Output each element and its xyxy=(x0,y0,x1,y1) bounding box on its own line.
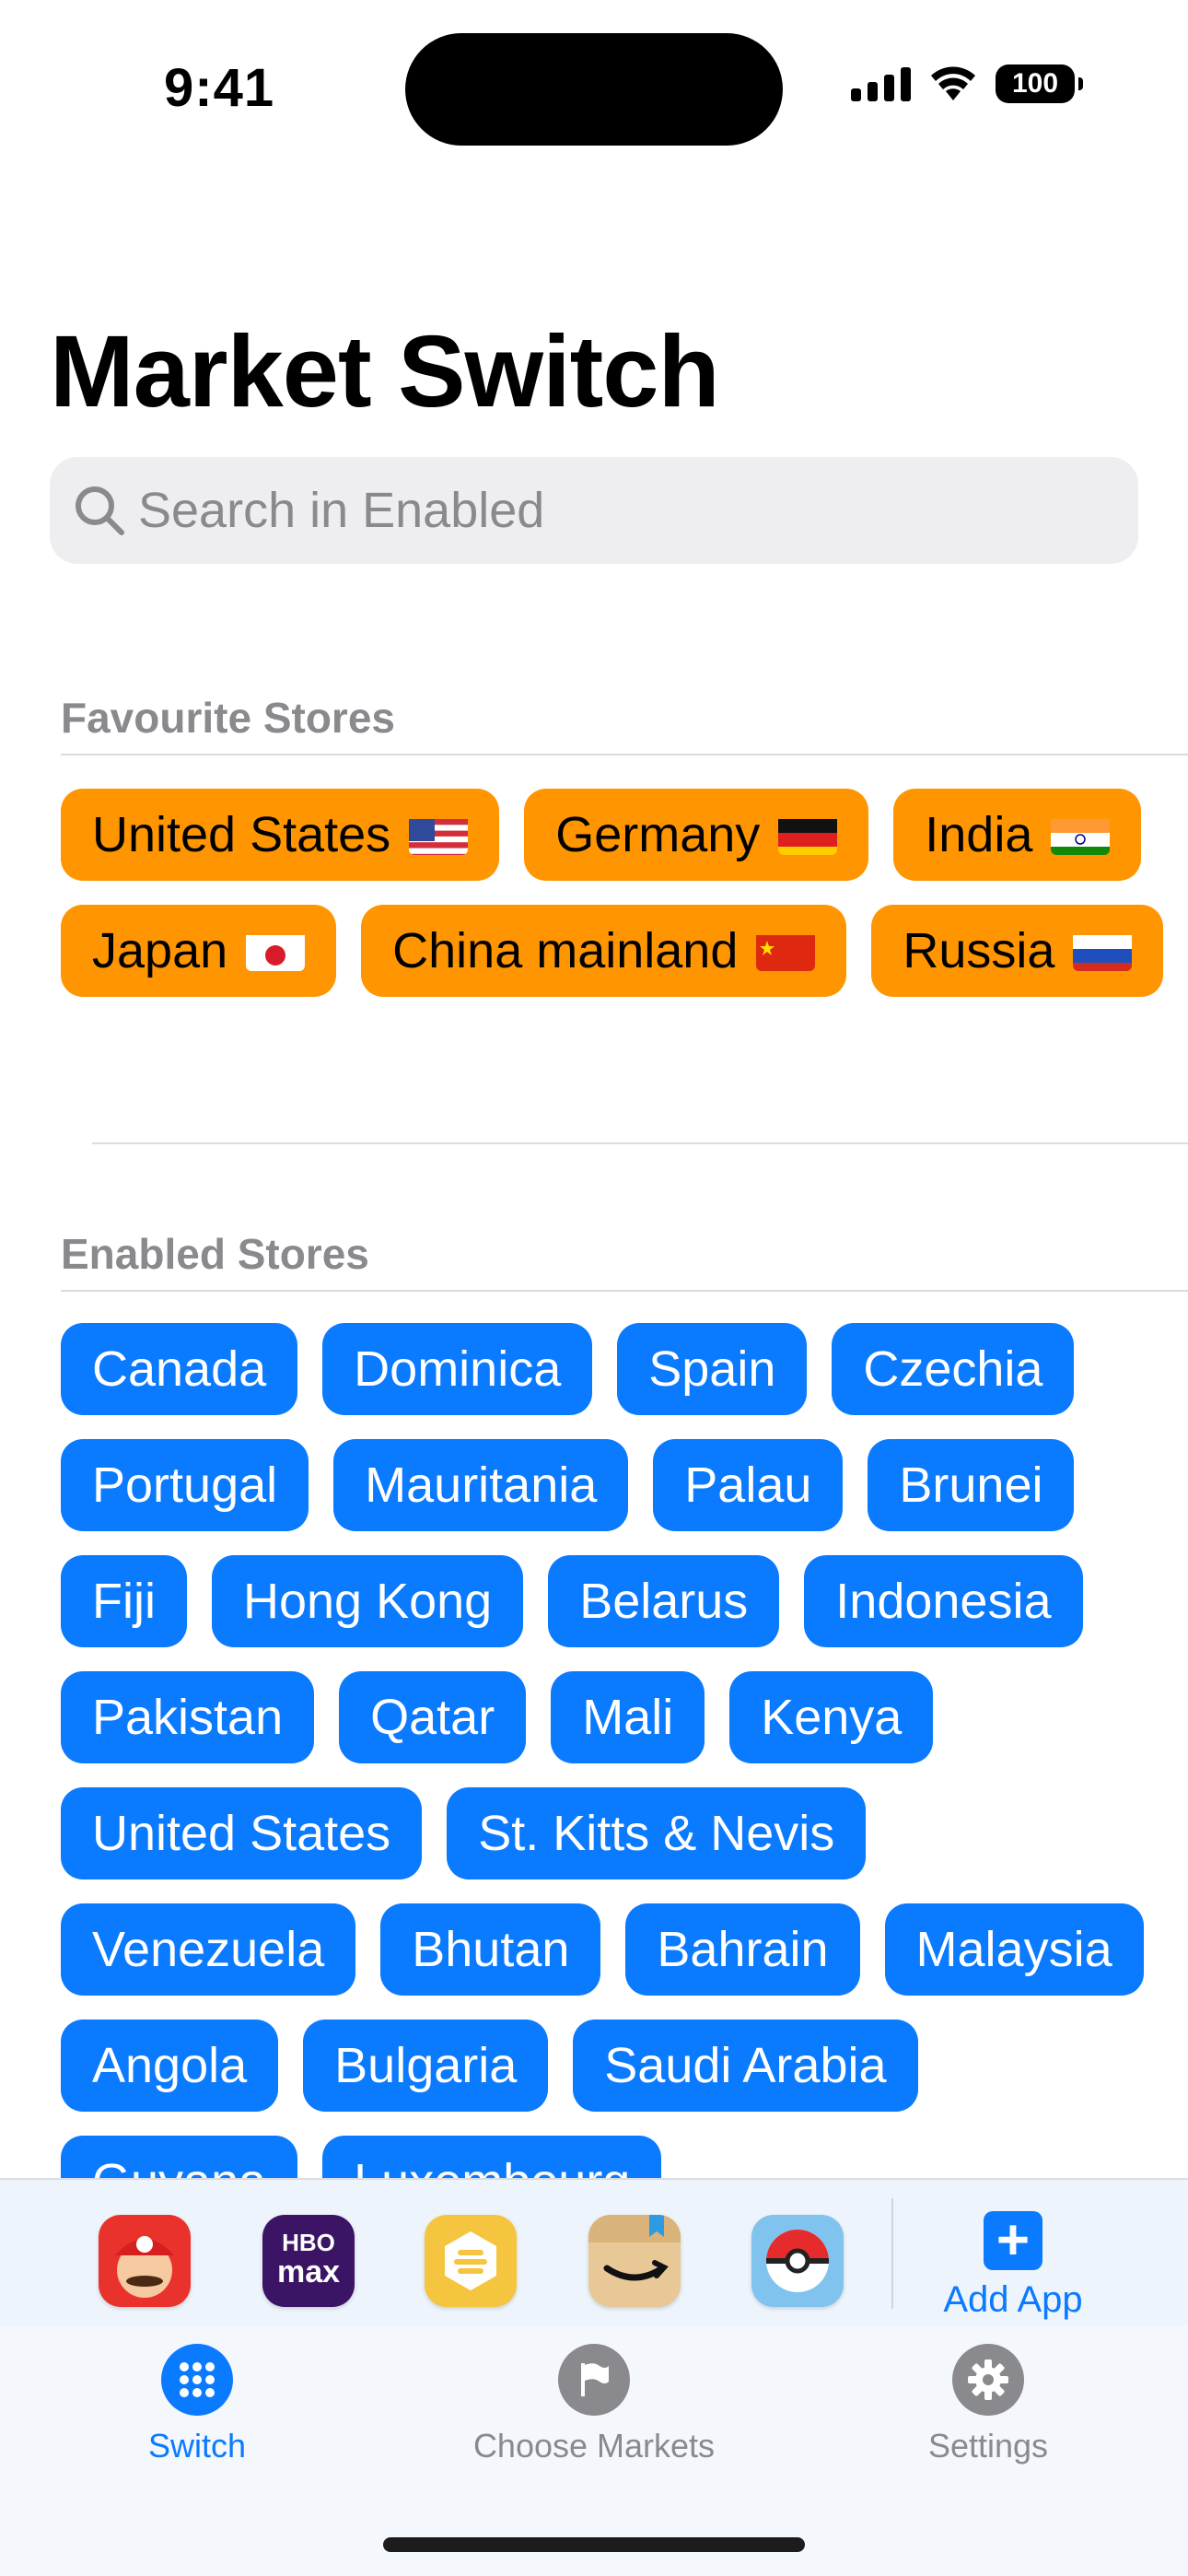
enabled-store-chip[interactable]: Hong Kong xyxy=(211,1555,524,1647)
app-bar-separator xyxy=(891,2198,893,2309)
tab-switch-label: Switch xyxy=(147,2427,247,2465)
search-input[interactable]: Search in Enabled xyxy=(50,457,1138,564)
flag-de-icon xyxy=(778,814,838,855)
enabled-store-chip[interactable]: Portugal xyxy=(61,1439,309,1531)
favourite-store-label: Russia xyxy=(903,923,1055,978)
battery-level: 100 xyxy=(1011,68,1059,99)
tab-settings[interactable]: Settings xyxy=(896,2344,1080,2465)
plus-icon: + xyxy=(984,2211,1042,2270)
flag-cn-icon xyxy=(756,931,816,971)
tab-choose-markets[interactable]: Choose Markets xyxy=(456,2344,732,2465)
search-placeholder: Search in Enabled xyxy=(138,483,545,538)
gear-icon xyxy=(952,2344,1024,2416)
favourite-store-chip[interactable]: China mainland xyxy=(361,905,847,997)
pokemon-go-icon[interactable] xyxy=(751,2215,844,2307)
hbo-max-logo-top: HBO xyxy=(282,2229,335,2256)
flag-ru-icon xyxy=(1073,931,1133,971)
enabled-store-chip[interactable]: Kenya xyxy=(729,1671,934,1763)
favourite-store-label: China mainland xyxy=(392,923,739,978)
favourite-store-chip[interactable]: United States xyxy=(61,789,500,881)
enabled-store-chip[interactable]: Fiji xyxy=(61,1555,187,1647)
favourites-divider xyxy=(61,754,1188,755)
enabled-store-chip[interactable]: Malaysia xyxy=(884,1903,1144,1996)
enabled-store-chip[interactable]: St. Kitts & Nevis xyxy=(447,1787,867,1879)
app-bar: HBO max + Add App xyxy=(0,2178,1188,2325)
enabled-store-chip[interactable]: Dominica xyxy=(322,1323,593,1415)
enabled-store-chip[interactable]: Angola xyxy=(61,2020,279,2112)
favourite-store-chip[interactable]: Japan xyxy=(61,905,337,997)
favourite-store-chip[interactable]: Germany xyxy=(524,789,869,881)
tab-choose-markets-label: Choose Markets xyxy=(472,2427,716,2465)
cellular-signal-icon xyxy=(851,66,911,101)
enabled-store-chip[interactable]: Czechia xyxy=(832,1323,1075,1415)
search-icon xyxy=(76,486,124,535)
grid-icon xyxy=(161,2344,233,2416)
enabled-store-chip[interactable]: Mali xyxy=(551,1671,705,1763)
bumble-icon[interactable] xyxy=(425,2215,517,2307)
super-mario-run-icon[interactable] xyxy=(99,2215,191,2307)
favourite-store-label: Japan xyxy=(92,923,228,978)
status-icons: 100 xyxy=(851,64,1083,103)
enabled-store-chip[interactable]: Canada xyxy=(61,1323,298,1415)
enabled-store-chip[interactable]: Indonesia xyxy=(804,1555,1083,1647)
favourite-store-chip[interactable]: Russia xyxy=(871,905,1164,997)
enabled-store-chip[interactable]: United States xyxy=(61,1787,423,1879)
enabled-store-chip[interactable]: Spain xyxy=(617,1323,808,1415)
tab-settings-label: Settings xyxy=(927,2427,1049,2465)
enabled-store-chip[interactable]: Bhutan xyxy=(380,1903,601,1996)
enabled-store-chip[interactable]: Qatar xyxy=(339,1671,527,1763)
favourite-stores: United States Germany India Japan China main… xyxy=(61,789,1166,997)
favourite-store-label: India xyxy=(925,807,1033,862)
battery-icon: 100 xyxy=(996,64,1083,103)
enabled-store-chip[interactable]: Belarus xyxy=(548,1555,780,1647)
home-indicator xyxy=(383,2537,805,2552)
flag-icon xyxy=(558,2344,630,2416)
status-time: 9:41 xyxy=(164,58,275,118)
enabled-store-chip[interactable]: Palau xyxy=(653,1439,844,1531)
amazon-icon[interactable] xyxy=(588,2215,681,2307)
tab-switch[interactable]: Switch xyxy=(105,2344,289,2465)
favourites-header: Favourite Stores xyxy=(61,694,395,742)
enabled-store-chip[interactable]: Venezuela xyxy=(61,1903,356,1996)
section-divider xyxy=(92,1142,1188,1144)
favourite-store-chip[interactable]: India xyxy=(893,789,1142,881)
add-app-label: Add App xyxy=(943,2279,1083,2320)
enabled-store-chip[interactable]: Bahrain xyxy=(625,1903,860,1996)
enabled-store-chip[interactable]: Mauritania xyxy=(333,1439,629,1531)
favourite-store-label: Germany xyxy=(555,807,761,862)
flag-us-icon xyxy=(409,814,469,855)
hbo-max-logo-bottom: max xyxy=(276,2254,341,2289)
wifi-icon xyxy=(931,66,975,100)
page-title: Market Switch xyxy=(50,315,720,428)
add-app-button[interactable]: + Add App xyxy=(921,2211,1105,2321)
enabled-store-chip[interactable]: Saudi Arabia xyxy=(573,2020,918,2112)
enabled-divider xyxy=(61,1290,1188,1292)
hbo-max-icon[interactable]: HBO max xyxy=(262,2215,355,2307)
dynamic-island xyxy=(405,33,783,146)
flag-jp-icon xyxy=(246,931,306,971)
favourite-store-label: United States xyxy=(92,807,391,862)
enabled-store-chip[interactable]: Bulgaria xyxy=(303,2020,549,2112)
enabled-header: Enabled Stores xyxy=(61,1230,369,1278)
enabled-store-chip[interactable]: Pakistan xyxy=(61,1671,315,1763)
enabled-stores: Canada Dominica Spain Czechia Portugal Maurit… xyxy=(61,1323,1166,2228)
flag-in-icon xyxy=(1051,814,1111,855)
enabled-store-chip[interactable]: Brunei xyxy=(868,1439,1075,1531)
